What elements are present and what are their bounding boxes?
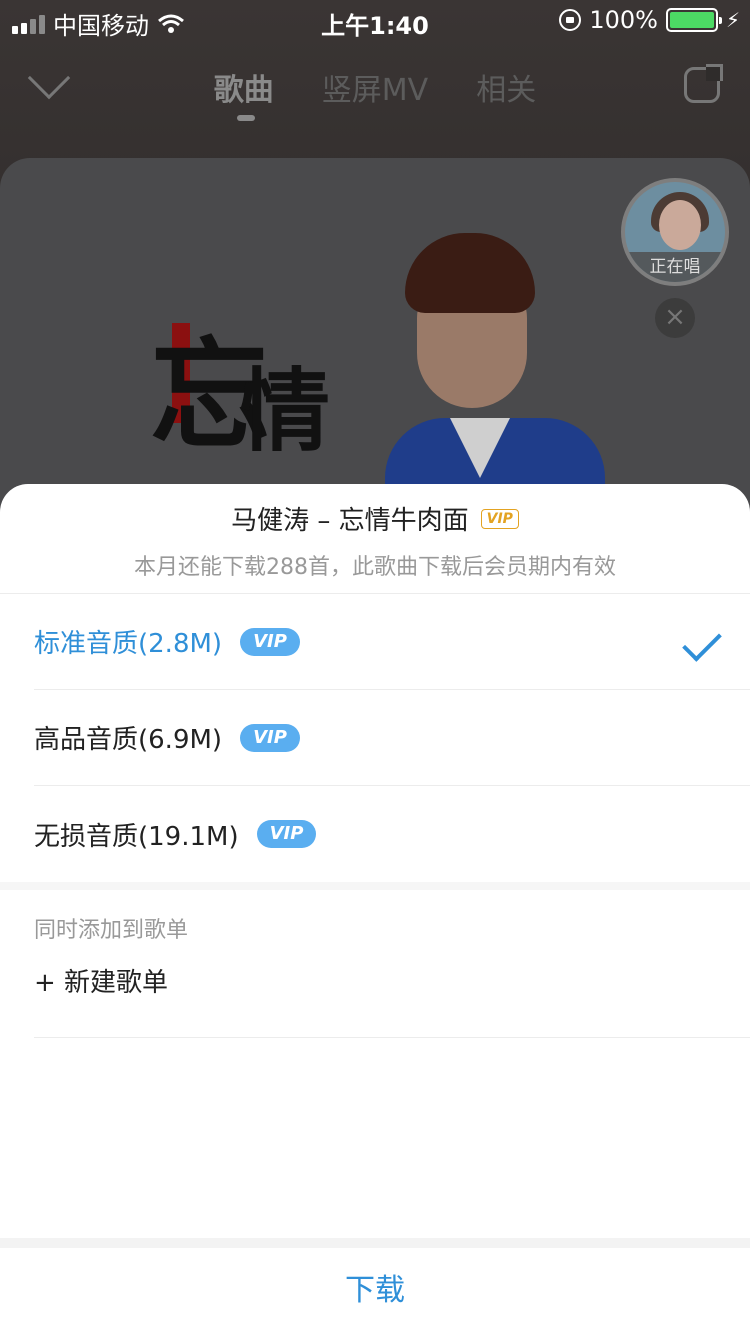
battery-icon [665, 8, 722, 32]
download-quota-text: 本月还能下载288首，此歌曲下载后会员期内有效 [134, 555, 616, 580]
song-title: 马健涛 – 忘情牛肉面 VIP [231, 500, 519, 537]
section-divider [0, 882, 750, 890]
tab-vertical-mv[interactable]: 竖屏MV [322, 65, 428, 109]
charging-icon: ⚡ [725, 8, 740, 32]
vip-badge: VIP [240, 723, 300, 752]
quality-list: 标准音质(2.8M) VIP 高品音质(6.9M) VIP 无损音质(19.1M… [0, 594, 750, 882]
artist-photo [385, 233, 605, 538]
close-icon[interactable]: × [655, 298, 695, 338]
quality-label: 高品音质(6.9M) [34, 725, 223, 755]
status-bar: 中国移动 上午1:40 100% ⚡ [0, 0, 750, 40]
vip-badge: VIP [480, 508, 519, 529]
check-icon [682, 622, 722, 662]
quality-option-high[interactable]: 高品音质(6.9M) VIP [34, 690, 750, 786]
playlist-caption: 同时添加到歌单 [34, 918, 189, 943]
playlist-section: 同时添加到歌单 + 新建歌单 [0, 890, 750, 1038]
new-playlist-button[interactable]: + 新建歌单 [34, 952, 750, 1038]
player-tabs: 歌曲 竖屏MV 相关 [0, 65, 750, 109]
now-singing-avatar[interactable]: 正在唱 [621, 178, 729, 286]
quality-option-standard[interactable]: 标准音质(2.8M) VIP [34, 594, 750, 690]
download-button[interactable]: 下载 [0, 1238, 750, 1334]
quality-label: 无损音质(19.1M) [34, 821, 239, 852]
share-icon[interactable] [684, 64, 723, 103]
battery-percent: 100% [589, 6, 658, 34]
album-title-char: 情 [240, 358, 330, 464]
song-title-text: 马健涛 – 忘情牛肉面 [231, 506, 469, 536]
sheet-header: 马健涛 – 忘情牛肉面 VIP 本月还能下载288首，此歌曲下载后会员期内有效 [0, 484, 750, 594]
vip-badge: VIP [256, 820, 317, 848]
orientation-lock-icon [559, 9, 582, 31]
tab-indicator [237, 115, 255, 121]
status-right: 100% ⚡ [559, 6, 740, 34]
tab-song[interactable]: 歌曲 [214, 65, 274, 109]
tab-related[interactable]: 相关 [476, 65, 536, 109]
now-singing-label: 正在唱 [625, 252, 725, 282]
vip-badge: VIP [240, 627, 300, 656]
download-sheet: 马健涛 – 忘情牛肉面 VIP 本月还能下载288首，此歌曲下载后会员期内有效 … [0, 484, 750, 1334]
quality-option-lossless[interactable]: 无损音质(19.1M) VIP [34, 786, 750, 882]
player-nav: 歌曲 竖屏MV 相关 [0, 55, 750, 125]
quality-label: 标准音质(2.8M) [34, 629, 223, 659]
